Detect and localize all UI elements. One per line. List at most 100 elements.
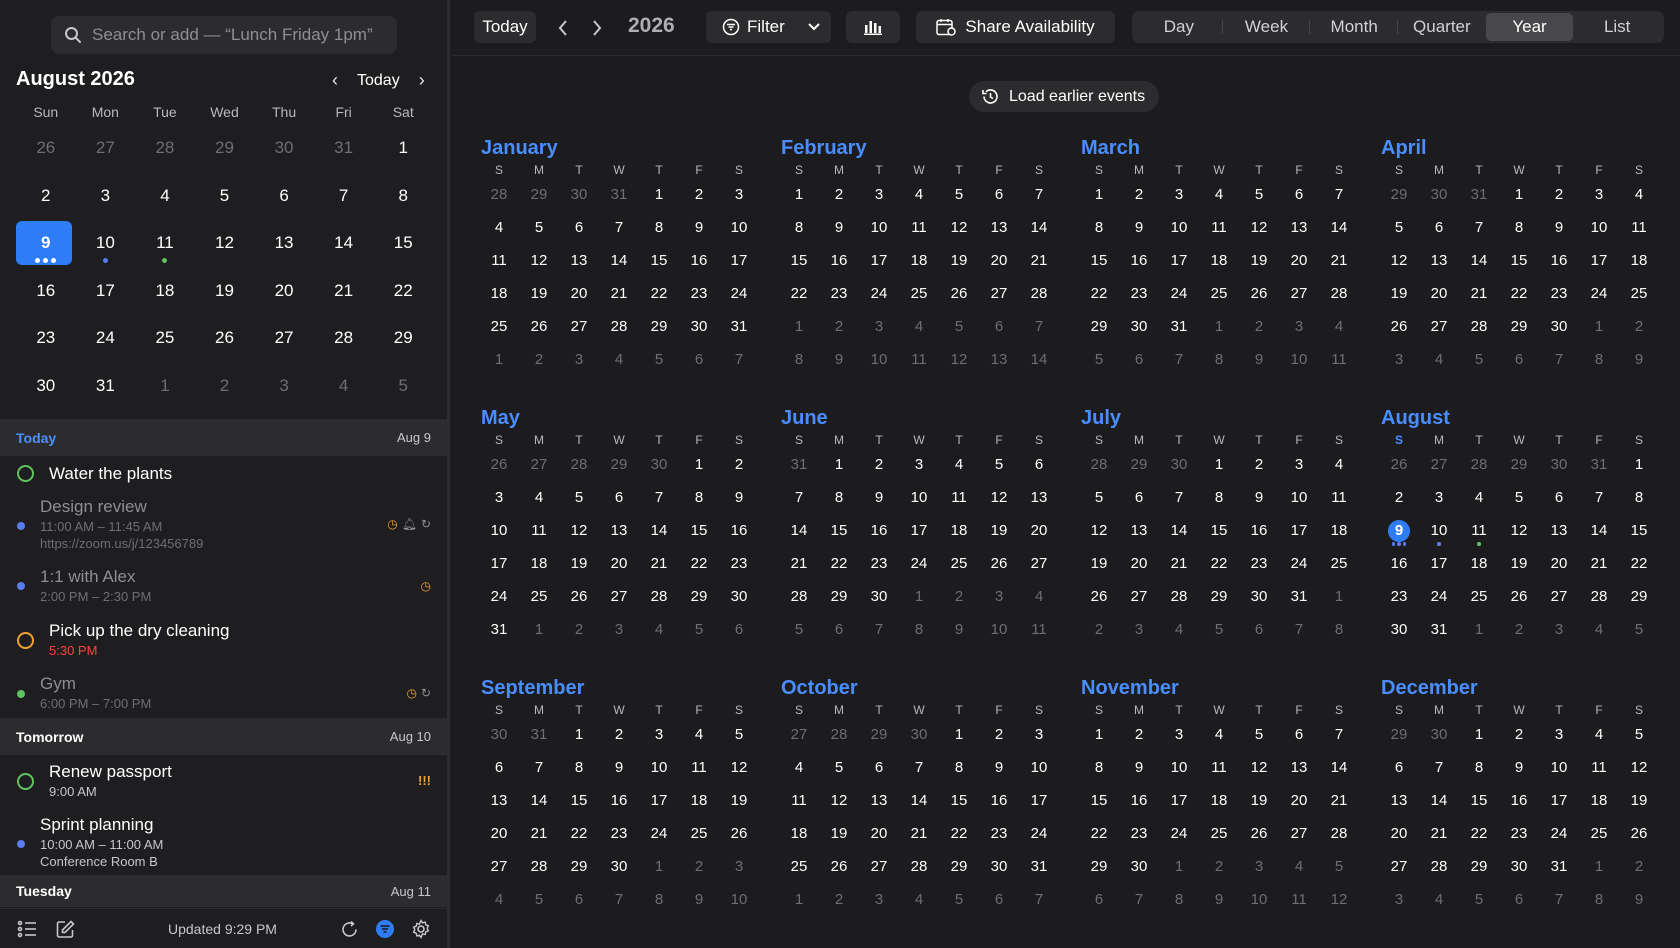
day-cell[interactable]: 31: [779, 450, 819, 483]
day-cell[interactable]: 25: [1579, 819, 1619, 852]
month-name[interactable]: May: [479, 406, 739, 430]
day-cell[interactable]: 29: [599, 450, 639, 483]
refresh-icon[interactable]: [340, 920, 359, 939]
day-cell[interactable]: 15: [779, 246, 819, 279]
day-cell[interactable]: 28: [1459, 450, 1499, 483]
day-cell[interactable]: 21: [1159, 549, 1199, 582]
day-cell[interactable]: 5: [819, 753, 859, 786]
day-cell[interactable]: 13: [559, 246, 599, 279]
day-cell[interactable]: 8: [779, 213, 819, 246]
mini-day-cell[interactable]: 4: [135, 172, 195, 220]
day-cell[interactable]: 4: [1319, 312, 1359, 345]
day-cell[interactable]: 2: [1539, 180, 1579, 213]
day-cell[interactable]: 3: [479, 483, 519, 516]
day-cell[interactable]: 6: [1499, 885, 1539, 918]
agenda-item-sprint-planning[interactable]: Sprint planning 10:00 AM – 11:00 AM Conf…: [0, 815, 447, 873]
day-cell[interactable]: 8: [679, 483, 719, 516]
day-cell[interactable]: 23: [1119, 279, 1159, 312]
day-cell[interactable]: 14: [1419, 786, 1459, 819]
day-cell[interactable]: 10: [719, 213, 759, 246]
day-cell[interactable]: 5: [939, 885, 979, 918]
day-cell[interactable]: 20: [979, 246, 1019, 279]
day-cell[interactable]: 15: [939, 786, 979, 819]
day-cell[interactable]: 27: [1379, 852, 1419, 885]
day-cell[interactable]: 7: [1019, 885, 1059, 918]
day-cell[interactable]: 12: [1319, 885, 1359, 918]
mini-day-cell[interactable]: 27: [76, 124, 136, 172]
day-cell[interactable]: 3: [1019, 720, 1059, 753]
day-cell[interactable]: 11: [1199, 213, 1239, 246]
day-cell[interactable]: 3: [639, 720, 679, 753]
day-cell[interactable]: 5: [1079, 483, 1119, 516]
day-cell[interactable]: 22: [1459, 819, 1499, 852]
day-cell[interactable]: 2: [1239, 450, 1279, 483]
day-cell[interactable]: 13: [1419, 246, 1459, 279]
day-cell[interactable]: 26: [1239, 279, 1279, 312]
day-cell[interactable]: 6: [1419, 213, 1459, 246]
day-cell[interactable]: 10: [859, 345, 899, 378]
day-cell[interactable]: 21: [1019, 246, 1059, 279]
view-tab-year[interactable]: Year: [1485, 13, 1574, 41]
day-cell[interactable]: 7: [1459, 213, 1499, 246]
day-cell[interactable]: 3: [1539, 720, 1579, 753]
day-cell[interactable]: 30: [1159, 450, 1199, 483]
day-cell[interactable]: 14: [899, 786, 939, 819]
mini-day-cell[interactable]: 13: [254, 219, 314, 267]
day-cell[interactable]: 7: [1539, 885, 1579, 918]
day-cell[interactable]: 24: [1279, 549, 1319, 582]
day-cell[interactable]: 6: [479, 753, 519, 786]
day-cell[interactable]: 30: [1119, 312, 1159, 345]
task-checkbox[interactable]: [17, 632, 34, 649]
day-cell[interactable]: 11: [779, 786, 819, 819]
day-cell[interactable]: 9: [819, 345, 859, 378]
day-cell[interactable]: 13: [1019, 483, 1059, 516]
day-cell[interactable]: 20: [1119, 549, 1159, 582]
day-cell[interactable]: 7: [899, 753, 939, 786]
day-cell[interactable]: 8: [819, 483, 859, 516]
view-tab-month[interactable]: Month: [1310, 13, 1399, 41]
day-cell[interactable]: 5: [679, 615, 719, 648]
filter-button[interactable]: Filter: [706, 11, 831, 43]
day-cell[interactable]: 3: [899, 450, 939, 483]
mini-day-cell[interactable]: 25: [135, 314, 195, 362]
day-cell[interactable]: 19: [559, 549, 599, 582]
day-cell[interactable]: 18: [1579, 786, 1619, 819]
day-cell[interactable]: 9: [679, 213, 719, 246]
day-cell[interactable]: 9: [1239, 345, 1279, 378]
day-cell[interactable]: 11: [1319, 483, 1359, 516]
day-cell[interactable]: 14: [1319, 213, 1359, 246]
day-cell[interactable]: 1: [779, 180, 819, 213]
month-february[interactable]: February S M T W T F S 1 2 3 4 5 6 7 8 9 10 11 12 13 14 15 16 17…: [779, 136, 1047, 378]
day-cell[interactable]: 1: [639, 852, 679, 885]
day-cell[interactable]: 11: [899, 213, 939, 246]
day-cell[interactable]: 31: [1539, 852, 1579, 885]
day-cell[interactable]: 7: [639, 483, 679, 516]
mini-day-cell[interactable]: 5: [195, 172, 255, 220]
day-cell[interactable]: 17: [479, 549, 519, 582]
day-cell[interactable]: 1: [519, 615, 559, 648]
day-cell[interactable]: 6: [559, 885, 599, 918]
day-cell[interactable]: 8: [1319, 615, 1359, 648]
day-cell[interactable]: 9: [1119, 213, 1159, 246]
mini-day-cell[interactable]: 19: [195, 267, 255, 315]
day-cell[interactable]: 27: [1119, 582, 1159, 615]
day-cell[interactable]: 6: [1079, 885, 1119, 918]
day-cell[interactable]: 28: [1159, 582, 1199, 615]
day-cell[interactable]: 20: [559, 279, 599, 312]
day-cell[interactable]: 18: [1319, 516, 1359, 549]
mini-day-cell[interactable]: 28: [314, 314, 374, 362]
day-cell[interactable]: 2: [1239, 312, 1279, 345]
day-cell[interactable]: 6: [679, 345, 719, 378]
day-cell[interactable]: 7: [599, 213, 639, 246]
mini-day-cell[interactable]: 20: [254, 267, 314, 315]
day-cell[interactable]: 21: [1459, 279, 1499, 312]
day-cell[interactable]: 10: [979, 615, 1019, 648]
day-cell[interactable]: 3: [1379, 345, 1419, 378]
day-cell[interactable]: 27: [1279, 819, 1319, 852]
day-cell[interactable]: 29: [639, 312, 679, 345]
day-cell[interactable]: 13: [979, 345, 1019, 378]
day-cell[interactable]: 13: [479, 786, 519, 819]
day-cell[interactable]: 13: [1119, 516, 1159, 549]
day-cell[interactable]: 7: [1119, 885, 1159, 918]
day-cell[interactable]: 1: [1459, 720, 1499, 753]
